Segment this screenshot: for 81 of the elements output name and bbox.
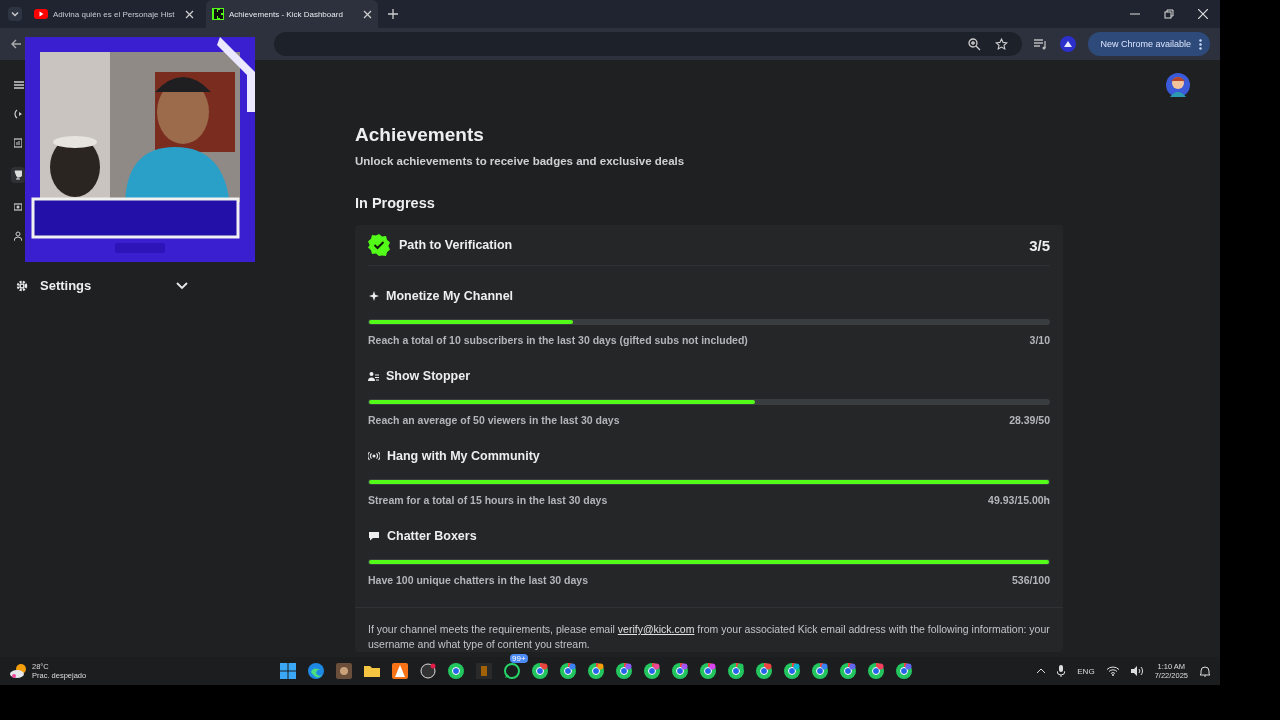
chrome-icon[interactable] [560,663,576,679]
achievement-description: Have 100 unique chatters in the last 30 days [368,574,588,586]
close-icon[interactable] [1198,9,1208,19]
bell-icon[interactable] [1200,665,1210,677]
card-title: Path to Verification [399,238,514,252]
app-icon[interactable] [336,663,352,679]
broadcast-icon[interactable] [14,109,22,119]
chrome-icon[interactable] [644,663,660,679]
page-title: Achievements [355,124,485,146]
achievement-description: Stream for a total of 15 hours in the last 30 days [368,494,608,506]
progress-reading: 28.39/50 [1009,414,1050,426]
section-heading: In Progress [355,195,436,211]
gear-icon [16,279,28,292]
settings-nav-item[interactable]: Settings [16,278,188,293]
more-icon[interactable] [1199,38,1202,50]
zoom-icon[interactable] [968,37,982,51]
progress-reading: 49.93/15.00h [988,494,1050,506]
windows-start-icon[interactable] [280,663,296,679]
progress-reading: 3/10 [1029,334,1050,346]
weather-icon[interactable] [10,663,28,679]
tab-list-button[interactable] [8,7,22,21]
chrome-icon[interactable] [812,663,828,679]
star-icon[interactable] [995,37,1009,51]
progress-count: 3/5 [1029,236,1050,254]
achievement-title: Chatter Boxers [387,529,477,543]
folder-icon[interactable] [364,663,380,679]
new-tab-icon[interactable] [388,9,398,19]
speaker-icon[interactable] [1130,666,1143,676]
menu-icon[interactable] [14,80,24,90]
frame-icon[interactable] [14,202,22,212]
back-icon[interactable] [10,38,22,50]
sparkle-icon [368,290,379,302]
chat-icon [368,531,380,541]
chart-icon[interactable] [14,138,22,148]
close-icon[interactable] [363,9,372,19]
play-icon [34,9,48,19]
chevron-icon [176,281,188,290]
media-list-icon[interactable] [1034,38,1049,50]
chevron-up-icon[interactable] [1037,668,1046,674]
profile-icon[interactable] [1060,36,1077,52]
chrome-icon[interactable] [756,663,772,679]
email-link[interactable]: verify@kick.com [617,623,695,635]
avatar-icon[interactable] [1166,73,1190,97]
app-icon[interactable] [476,663,492,679]
chrome-icon[interactable] [868,663,884,679]
people-icon [368,370,379,382]
broadcast-icon [368,451,380,461]
language-indicator[interactable]: ENG [1077,666,1095,676]
chrome-icon[interactable] [448,663,464,679]
chrome-icon[interactable] [672,663,688,679]
wifi-icon[interactable] [1106,666,1119,676]
notification-badge: 99+ [510,654,528,663]
chrome-icon[interactable] [532,663,548,679]
chrome-icon[interactable] [700,663,716,679]
achievement-title: Show Stopper [386,369,471,383]
browser-tab[interactable]: Achievements - Kick Dashboard [206,0,378,28]
achievement-title: Monetize My Channel [386,289,514,303]
restore-icon[interactable] [1164,9,1174,19]
page-subtitle: Unlock achievements to receive badges and exclusive deals [355,155,686,167]
progress-reading: 536/100 [1012,574,1050,586]
achievement-description: Reach a total of 10 subscribers in the last 30 days (gifted subs not included) [368,334,748,346]
chevron-down-icon [10,9,20,19]
achievement-description: Reach an average of 50 viewers in the last 30 days [368,414,620,426]
achievement-title: Hang with My Community [387,449,540,463]
verification-note: If your channel meets the requirements, please email verify@kick.com from your associated Kick email address with the following information: your username and what type of content you stream. [355,607,1063,652]
chrome-icon[interactable] [616,663,632,679]
chrome-icon[interactable] [896,663,912,679]
chrome-icon[interactable] [588,663,604,679]
chrome-icon[interactable] [840,663,856,679]
k-logo-icon [212,8,224,20]
microphone-icon[interactable] [1057,665,1066,677]
verified-badge-icon [368,234,390,256]
close-icon[interactable] [185,9,194,19]
people-icon[interactable] [14,231,22,241]
browser-tab[interactable]: Adivina quién es el Personaje Hist [28,0,200,28]
update-button[interactable]: New Chrome available [1088,32,1210,56]
whatsapp-icon[interactable] [504,663,520,679]
trophy-icon [14,170,22,180]
chrome-icon[interactable] [728,663,744,679]
trophy-nav-item[interactable] [11,167,25,183]
chrome-icon[interactable] [784,663,800,679]
